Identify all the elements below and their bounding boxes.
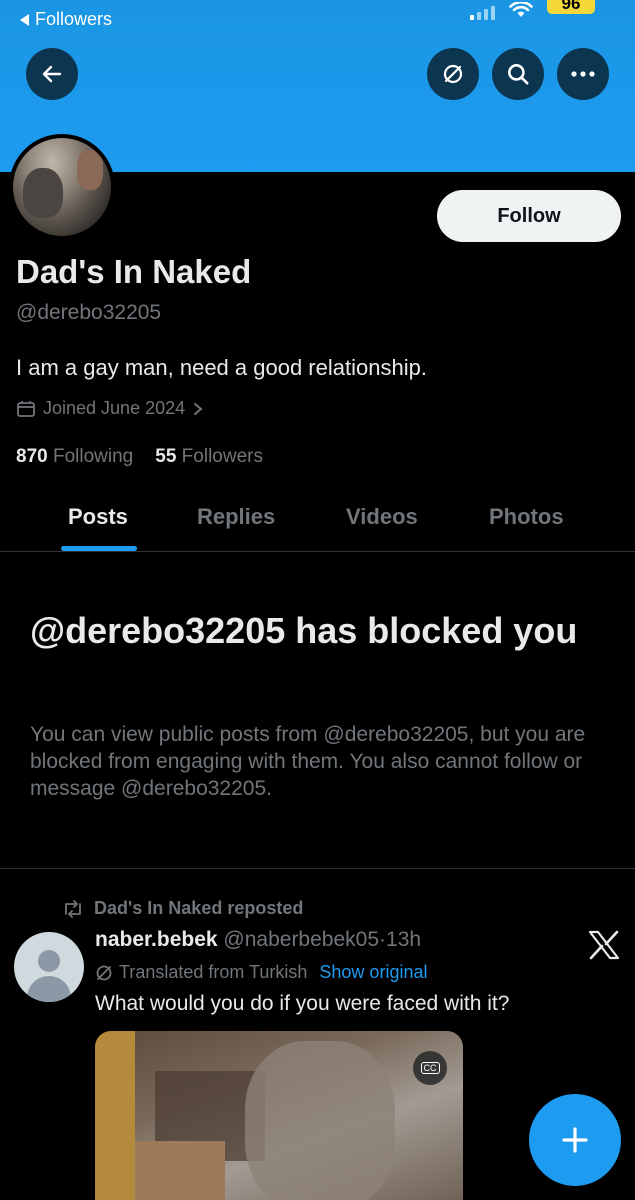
translated-label: Translated from Turkish bbox=[119, 962, 308, 982]
tab-photos[interactable]: Photos bbox=[489, 504, 564, 530]
tab-posts[interactable]: Posts bbox=[68, 504, 128, 530]
arrow-left-icon bbox=[42, 65, 62, 83]
repost-indicator[interactable]: Dad's In Naked reposted bbox=[62, 898, 303, 919]
compose-post-button[interactable] bbox=[529, 1094, 621, 1186]
avatar-photo bbox=[13, 138, 111, 236]
following-stat[interactable]: 870 Following bbox=[16, 446, 133, 468]
follow-button[interactable]: Follow bbox=[437, 190, 621, 242]
translation-line: Translated from Turkish Show original bbox=[95, 962, 427, 983]
divider bbox=[0, 868, 635, 869]
battery-indicator: 96 bbox=[547, 0, 595, 14]
grok-button[interactable] bbox=[427, 48, 479, 100]
active-tab-indicator bbox=[61, 546, 137, 551]
translate-icon bbox=[96, 965, 112, 980]
back-button[interactable] bbox=[26, 48, 78, 100]
show-original-link[interactable]: Show original bbox=[319, 962, 427, 983]
profile-handle: @derebo32205 bbox=[16, 301, 162, 324]
post-author-name[interactable]: naber.bebek bbox=[95, 928, 218, 951]
profile-bio: I am a gay man, need a good relationship… bbox=[16, 355, 427, 380]
status-back-link[interactable]: Followers bbox=[20, 9, 112, 30]
captions-button[interactable]: CC bbox=[413, 1051, 447, 1085]
more-button[interactable] bbox=[557, 48, 609, 100]
wifi-icon bbox=[509, 2, 533, 17]
chevron-right-icon bbox=[194, 402, 203, 415]
followers-label: Followers bbox=[181, 446, 263, 467]
joined-label: Joined June 2024 bbox=[43, 398, 186, 418]
post-author-avatar[interactable] bbox=[14, 932, 84, 1002]
x-logo-icon bbox=[588, 930, 620, 960]
profile-name: Dad's In Naked bbox=[16, 253, 252, 290]
repost-icon bbox=[65, 899, 81, 918]
followers-stat[interactable]: 55 Followers bbox=[155, 446, 263, 468]
more-icon bbox=[571, 71, 595, 77]
tab-videos[interactable]: Videos bbox=[346, 504, 418, 530]
search-icon bbox=[508, 64, 529, 85]
blocked-description: You can view public posts from @derebo32… bbox=[30, 723, 586, 800]
following-label: Following bbox=[52, 446, 134, 467]
signal-icon bbox=[470, 6, 495, 20]
following-count: 870 bbox=[16, 446, 48, 467]
search-button[interactable] bbox=[492, 48, 544, 100]
post-separator: · bbox=[379, 928, 387, 951]
status-indicators: 96 bbox=[470, 0, 595, 20]
profile-stats: 870 Following 55 Followers bbox=[16, 446, 263, 468]
blocked-title: @derebo32205 has blocked you bbox=[30, 610, 578, 651]
calendar-icon bbox=[17, 400, 35, 417]
plus-icon bbox=[562, 1127, 588, 1153]
cc-icon: CC bbox=[420, 1062, 440, 1074]
back-triangle-icon bbox=[20, 13, 29, 26]
post-author-handle[interactable]: @naberbebek05 bbox=[223, 928, 379, 951]
status-back-label: Followers bbox=[35, 9, 113, 29]
grok-icon bbox=[443, 64, 463, 84]
post-video[interactable]: CC bbox=[95, 1031, 463, 1200]
followers-count: 55 bbox=[155, 446, 177, 467]
post-text: What would you do if you were faced with… bbox=[95, 992, 510, 1015]
profile-avatar[interactable] bbox=[9, 134, 115, 240]
joined-date[interactable]: Joined June 2024 bbox=[16, 398, 204, 419]
post-header: naber.bebek @naberbebek05·13h bbox=[95, 928, 421, 952]
repost-label: Dad's In Naked reposted bbox=[94, 898, 304, 918]
post-time[interactable]: 13h bbox=[386, 928, 421, 951]
profile-tabs: Posts Replies Videos Photos bbox=[0, 492, 635, 552]
tab-replies[interactable]: Replies bbox=[197, 504, 275, 530]
